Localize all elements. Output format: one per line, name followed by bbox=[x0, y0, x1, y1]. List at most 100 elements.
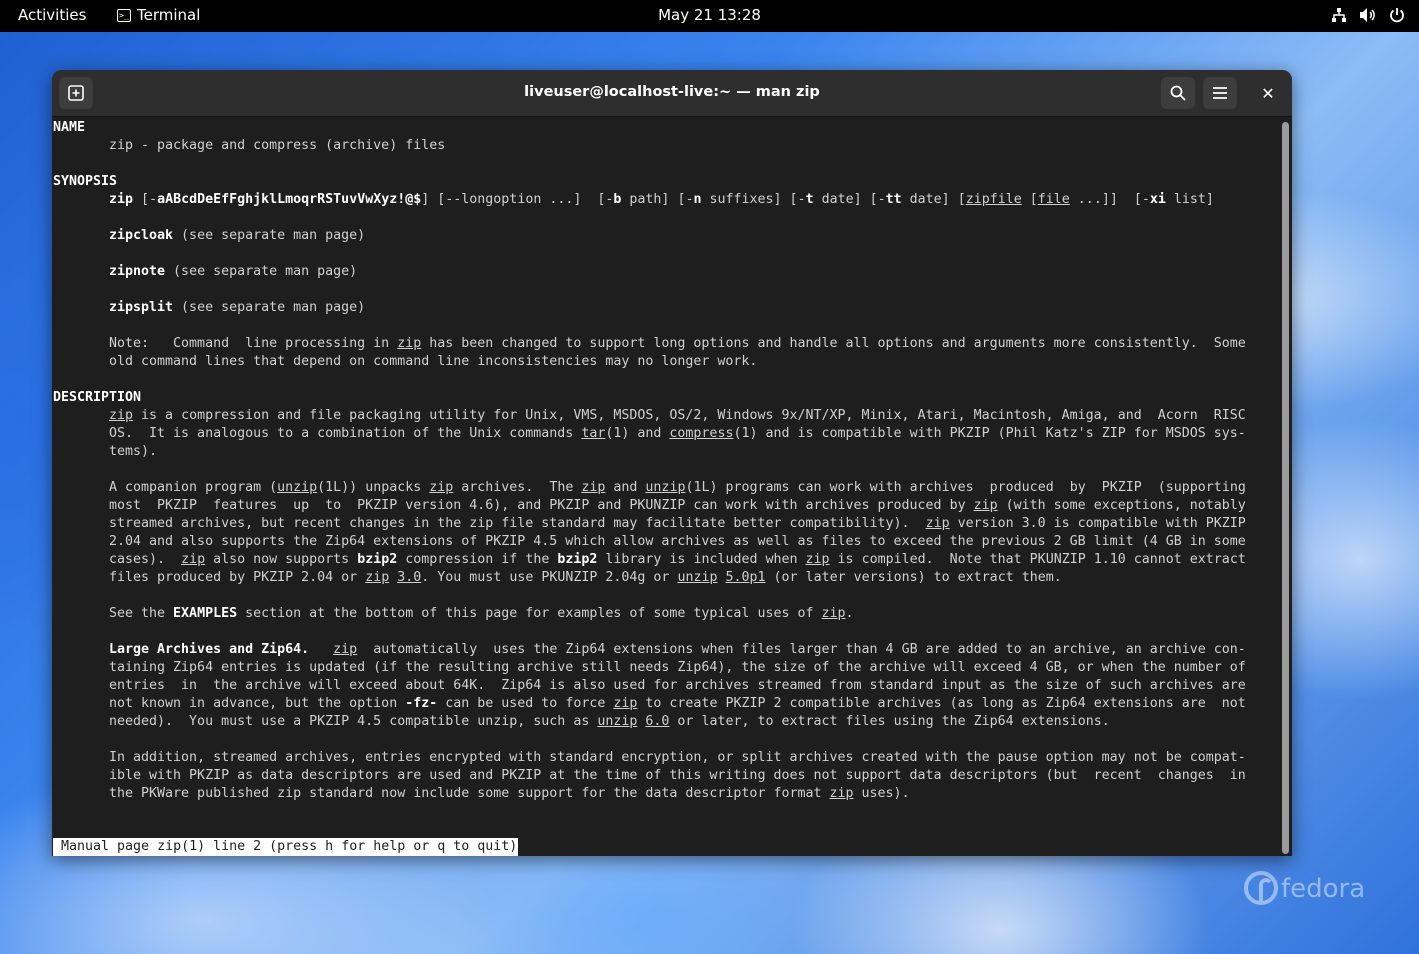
scrollbar[interactable] bbox=[1280, 117, 1292, 856]
manpage-text-segment: 6.0 bbox=[645, 714, 670, 729]
manpage-text-segment: zip bbox=[973, 498, 998, 513]
manpage-text-segment: uses). bbox=[853, 786, 910, 801]
manpage-text-segment: zip bbox=[181, 552, 206, 567]
close-button[interactable]: ✕ bbox=[1251, 77, 1285, 109]
manpage-text-segment: zip bbox=[365, 570, 390, 585]
manpage-text-segment: DESCRIPTION bbox=[53, 390, 142, 405]
manpage-line: In addition, streamed archives, entries … bbox=[109, 749, 1246, 767]
header-bar: liveuser@localhost-live:~ — man zip ✕ bbox=[52, 70, 1292, 117]
menu-button[interactable] bbox=[1203, 77, 1237, 109]
manpage-line: most PKZIP features up to PKZIP version … bbox=[109, 497, 1246, 515]
manpage-line: SYNOPSIS bbox=[53, 173, 117, 191]
manpage-text-segment: 3.0 bbox=[397, 570, 422, 585]
manpage-text-segment: zip - package and compress (archive) fil… bbox=[109, 138, 446, 153]
manpage-line: not known in advance, but the option -fz… bbox=[109, 695, 1246, 713]
manpage-text-segment: cases). bbox=[109, 552, 182, 567]
manpage-text-segment: aABcdDeEfFghjklLmoqrRSTuvVwXyz!@$ bbox=[157, 192, 422, 207]
manpage-text-segment: tar bbox=[581, 426, 606, 441]
manpage-text-segment: zipnote bbox=[109, 264, 166, 279]
network-icon bbox=[1332, 8, 1346, 22]
manpage-text-segment: path] [- bbox=[621, 192, 694, 207]
pager-status-line: Manual page zip(1) line 2 (press h for h… bbox=[53, 838, 519, 856]
manpage-text-segment: zip bbox=[829, 786, 854, 801]
manpage-text-segment: most PKZIP features up to PKZIP version … bbox=[109, 498, 974, 513]
manpage-text-segment: unzip bbox=[597, 714, 638, 729]
system-tray[interactable] bbox=[1331, 7, 1405, 23]
manpage-line: zipsplit (see separate man page) bbox=[109, 299, 365, 317]
manpage-text-segment: section at the bottom of this page for e… bbox=[237, 606, 822, 621]
manpage-text-segment: . bbox=[845, 606, 854, 621]
manpage-line: entries in the archive will exceed about… bbox=[109, 677, 1246, 695]
new-tab-button[interactable] bbox=[59, 77, 93, 109]
manpage-text-segment: version 3.0 is compatible with PKZIP bbox=[949, 516, 1246, 531]
manpage-text-segment bbox=[309, 642, 333, 657]
manpage-line: zipcloak (see separate man page) bbox=[109, 227, 365, 245]
manpage-text-segment: t bbox=[805, 192, 814, 207]
manpage-text-segment: also now supports bbox=[205, 552, 358, 567]
manpage-line: files produced by PKZIP 2.04 or zip 3.0.… bbox=[109, 569, 1062, 587]
clock[interactable]: May 21 13:28 bbox=[658, 6, 761, 24]
app-menu[interactable]: >_ Terminal bbox=[117, 6, 200, 24]
manpage-text-segment: bzip2 bbox=[357, 552, 398, 567]
manpage-text-segment: Note: Command line processing in bbox=[109, 336, 398, 351]
manpage-text-segment: has been changed to support long options… bbox=[421, 336, 1246, 351]
manpage-line: needed). You must use a PKZIP 4.5 compat… bbox=[109, 713, 1110, 731]
manpage-text-segment: (1L)) unpacks bbox=[317, 480, 430, 495]
manpage-text-segment: is compiled. Note that PKUNZIP 1.10 cann… bbox=[829, 552, 1246, 567]
manpage-text-segment: Large Archives and Zip64. bbox=[109, 642, 310, 657]
manpage-line: zip - package and compress (archive) fil… bbox=[109, 137, 445, 155]
manpage-text-segment: archives. The bbox=[453, 480, 582, 495]
manpage-text-segment: zip bbox=[805, 552, 830, 567]
svg-text:fedora: fedora bbox=[1281, 874, 1365, 904]
manpage-text-segment: old command lines that depend on command… bbox=[109, 354, 758, 369]
manpage-text-segment: zip bbox=[429, 480, 454, 495]
manpage-text-segment: tt bbox=[885, 192, 902, 207]
manpage-text-segment: (or later versions) to extract them. bbox=[765, 570, 1062, 585]
manpage-line: A companion program (unzip(1L)) unpacks … bbox=[109, 479, 1246, 497]
manpage-text-segment: -fz- bbox=[405, 696, 438, 711]
activities-button[interactable]: Activities bbox=[18, 6, 86, 24]
terminal-window: liveuser@localhost-live:~ — man zip ✕ NA… bbox=[52, 70, 1292, 856]
manpage-line: cases). zip also now supports bzip2 comp… bbox=[109, 551, 1246, 569]
manpage-text-segment: and bbox=[605, 480, 646, 495]
manpage-text-segment: date] [- bbox=[813, 192, 886, 207]
terminal-area[interactable]: NAME zip - package and compress (archive)… bbox=[52, 117, 1280, 856]
manpage-text-segment: zipfile bbox=[965, 192, 1022, 207]
manpage-text-segment: compress bbox=[669, 426, 734, 441]
manpage-text-segment: entries in the archive will exceed about… bbox=[109, 678, 1246, 693]
manpage-text-segment: (1) and bbox=[605, 426, 670, 441]
manpage-line: streamed archives, but recent changes in… bbox=[109, 515, 1246, 533]
manpage-text-segment: zip bbox=[109, 408, 134, 423]
manpage-text-segment: ] [--longoption ...] [- bbox=[421, 192, 614, 207]
manpage-line: NAME bbox=[53, 119, 85, 137]
manpage-text-segment: zip bbox=[581, 480, 606, 495]
top-bar: Activities >_ Terminal May 21 13:28 bbox=[0, 0, 1419, 32]
manpage-text-segment: OS. It is analogous to a combination of … bbox=[109, 426, 582, 441]
manpage-text-segment: (see separate man page) bbox=[173, 300, 366, 315]
manpage-text-segment: unzip bbox=[277, 480, 318, 495]
app-name: Terminal bbox=[137, 6, 201, 24]
manpage-text-segment: See the bbox=[109, 606, 174, 621]
manpage-text-segment: needed). You must use a PKZIP 4.5 compat… bbox=[109, 714, 598, 729]
manpage-text-segment: or later, to extract files using the Zip… bbox=[669, 714, 1110, 729]
manpage-line: zipnote (see separate man page) bbox=[109, 263, 357, 281]
manpage-line: zip is a compression and file packaging … bbox=[109, 407, 1246, 425]
manpage-text-segment: zipcloak bbox=[109, 228, 174, 243]
hamburger-icon bbox=[1213, 87, 1227, 99]
manpage-line: taining Zip64 entries is updated (if the… bbox=[109, 659, 1246, 677]
manpage-text-segment: NAME bbox=[53, 120, 86, 135]
new-tab-icon bbox=[68, 85, 84, 101]
manpage-text-segment: automatically uses the Zip64 extensions … bbox=[357, 642, 1246, 657]
manpage-text-segment: A companion program ( bbox=[109, 480, 278, 495]
manpage-line: DESCRIPTION bbox=[53, 389, 141, 407]
manpage-text-segment: zip bbox=[109, 192, 134, 207]
manpage-text-segment: files produced by PKZIP 2.04 or bbox=[109, 570, 366, 585]
manpage-text-segment: unzip bbox=[645, 480, 686, 495]
scrollbar-thumb[interactable] bbox=[1282, 122, 1289, 854]
manpage-text-segment: (1) and is compatible with PKZIP (Phil K… bbox=[733, 426, 1246, 441]
manpage-text-segment: unzip bbox=[677, 570, 718, 585]
search-button[interactable] bbox=[1161, 77, 1195, 109]
manpage-text-segment: . You must use PKUNZIP 2.04g or bbox=[421, 570, 678, 585]
window-title: liveuser@localhost-live:~ — man zip bbox=[524, 84, 820, 100]
manpage-text-segment: In addition, streamed archives, entries … bbox=[109, 750, 1246, 765]
